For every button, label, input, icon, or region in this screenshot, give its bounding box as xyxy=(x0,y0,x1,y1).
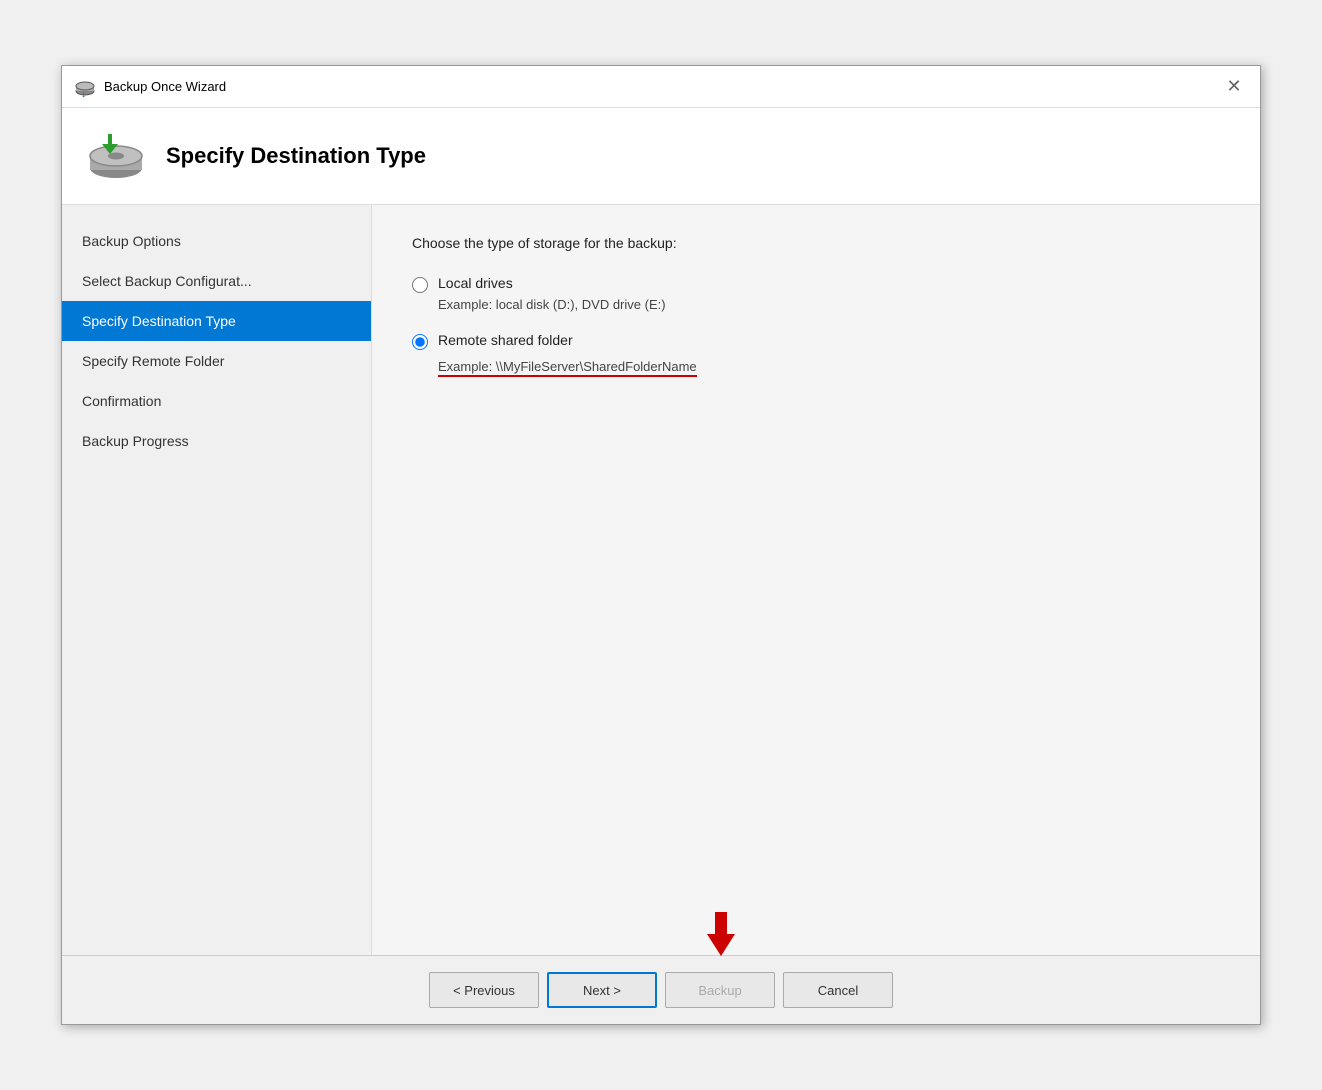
sidebar-item-backup-progress[interactable]: Backup Progress xyxy=(62,421,371,461)
window-title: Backup Once Wizard xyxy=(104,79,226,94)
sidebar-item-specify-destination[interactable]: Specify Destination Type xyxy=(62,301,371,341)
sidebar-item-select-backup[interactable]: Select Backup Configurat... xyxy=(62,261,371,301)
sidebar: Backup Options Select Backup Configurat.… xyxy=(62,205,372,955)
footer: < Previous Next > Backup Cancel xyxy=(62,955,1260,1024)
sidebar-item-confirmation[interactable]: Confirmation xyxy=(62,381,371,421)
previous-button[interactable]: < Previous xyxy=(429,972,539,1008)
remote-folder-radio-row: Remote shared folder xyxy=(412,332,1220,350)
content-area: Backup Options Select Backup Configurat.… xyxy=(62,205,1260,955)
local-drives-radio-row: Local drives xyxy=(412,275,1220,293)
remote-underline xyxy=(438,375,697,377)
remote-folder-example: Example: \\MyFileServer\SharedFolderName xyxy=(438,359,697,374)
title-bar-icon: ↓ xyxy=(74,76,96,98)
header-section: Specify Destination Type xyxy=(62,108,1260,205)
remote-folder-radio[interactable] xyxy=(412,334,428,350)
local-drives-label[interactable]: Local drives xyxy=(438,275,513,291)
remote-folder-label[interactable]: Remote shared folder xyxy=(438,332,573,348)
next-button[interactable]: Next > xyxy=(547,972,657,1008)
header-title: Specify Destination Type xyxy=(166,143,426,169)
next-arrow-indicator xyxy=(701,912,741,959)
local-drives-radio[interactable] xyxy=(412,277,428,293)
local-drives-option-group: Local drives Example: local disk (D:), D… xyxy=(412,275,1220,312)
main-panel: Choose the type of storage for the backu… xyxy=(372,205,1260,955)
sidebar-item-backup-options[interactable]: Backup Options xyxy=(62,221,371,261)
cancel-button[interactable]: Cancel xyxy=(783,972,893,1008)
instruction-text: Choose the type of storage for the backu… xyxy=(412,235,1220,251)
remote-example-container: Example: \\MyFileServer\SharedFolderName xyxy=(438,358,697,377)
sidebar-item-specify-remote[interactable]: Specify Remote Folder xyxy=(62,341,371,381)
title-bar: ↓ Backup Once Wizard ✕ xyxy=(62,66,1260,108)
remote-folder-option-group: Remote shared folder Example: \\MyFileSe… xyxy=(412,332,1220,377)
wizard-window: ↓ Backup Once Wizard ✕ Specify Destinati… xyxy=(61,65,1261,1025)
svg-text:↓: ↓ xyxy=(81,89,86,98)
local-drives-example: Example: local disk (D:), DVD drive (E:) xyxy=(438,297,1220,312)
close-button[interactable]: ✕ xyxy=(1220,73,1248,101)
header-icon xyxy=(86,126,146,186)
backup-button: Backup xyxy=(665,972,775,1008)
